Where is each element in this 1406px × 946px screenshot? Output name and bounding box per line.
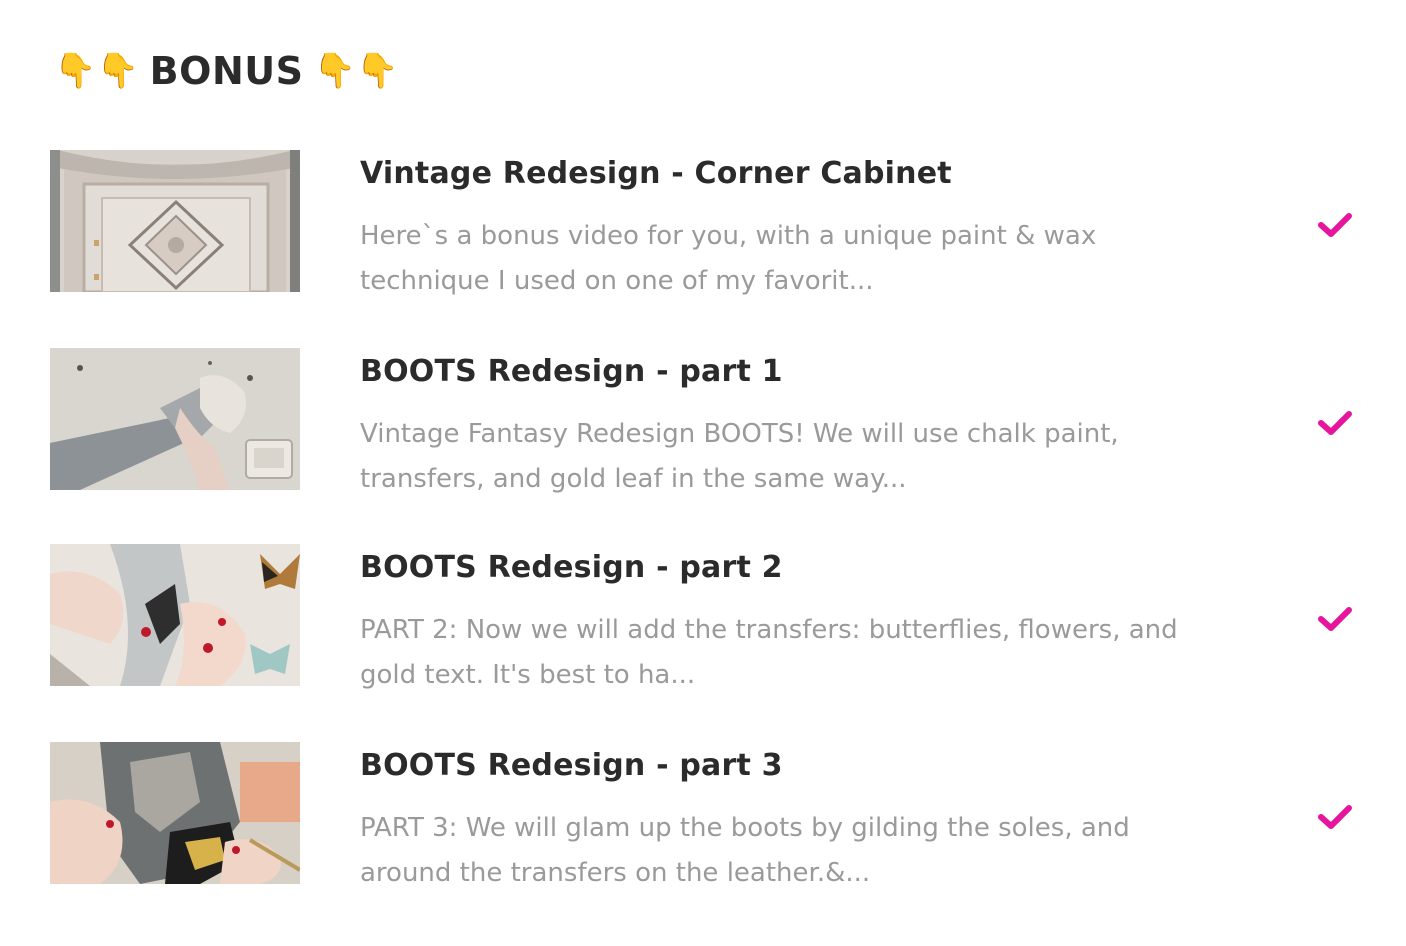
bonus-section: 👇👇 BONUS 👇👇 Vintage Redesign - Corner Ca…: [0, 0, 1406, 946]
lesson-description: Vintage Fantasy Redesign BOOTS! We will …: [360, 419, 1119, 494]
lesson-thumbnail[interactable]: [50, 742, 300, 884]
lesson-description: PART 3: We will glam up the boots by gil…: [360, 813, 1130, 888]
lesson-item[interactable]: BOOTS Redesign - part 1 Vintage Fantasy …: [50, 348, 1360, 498]
lesson-item[interactable]: BOOTS Redesign - part 3 PART 3: We will …: [50, 742, 1360, 892]
gilding-thumbnail-image: [50, 742, 300, 884]
lesson-title[interactable]: Vintage Redesign - Corner Cabinet: [360, 156, 952, 191]
completed-check-icon: [1318, 805, 1352, 829]
completed-check-icon: [1318, 607, 1352, 631]
cabinet-thumbnail-image: [50, 150, 300, 292]
pointing-down-emoji-icon: 👇👇: [54, 51, 140, 91]
section-heading: 👇👇 BONUS 👇👇: [54, 44, 399, 98]
lesson-item[interactable]: Vintage Redesign - Corner Cabinet Here`s…: [50, 150, 1360, 300]
completed-check-icon: [1318, 213, 1352, 237]
lesson-title[interactable]: BOOTS Redesign - part 3: [360, 748, 783, 783]
section-title: BONUS: [149, 49, 304, 93]
lesson-description: PART 2: Now we will add the transfers: b…: [360, 615, 1178, 690]
lesson-thumbnail[interactable]: [50, 544, 300, 686]
lesson-description: Here`s a bonus video for you, with a uni…: [360, 221, 1097, 296]
pointing-down-emoji-icon: 👇👇: [313, 51, 400, 91]
lesson-title[interactable]: BOOTS Redesign - part 2: [360, 550, 783, 585]
boots-painting-thumbnail-image: [50, 348, 300, 490]
lesson-title[interactable]: BOOTS Redesign - part 1: [360, 354, 783, 389]
lesson-thumbnail[interactable]: [50, 150, 300, 292]
lesson-item[interactable]: BOOTS Redesign - part 2 PART 2: Now we w…: [50, 544, 1360, 694]
lesson-thumbnail[interactable]: [50, 348, 300, 490]
completed-check-icon: [1318, 411, 1352, 435]
butterfly-transfers-thumbnail-image: [50, 544, 300, 686]
